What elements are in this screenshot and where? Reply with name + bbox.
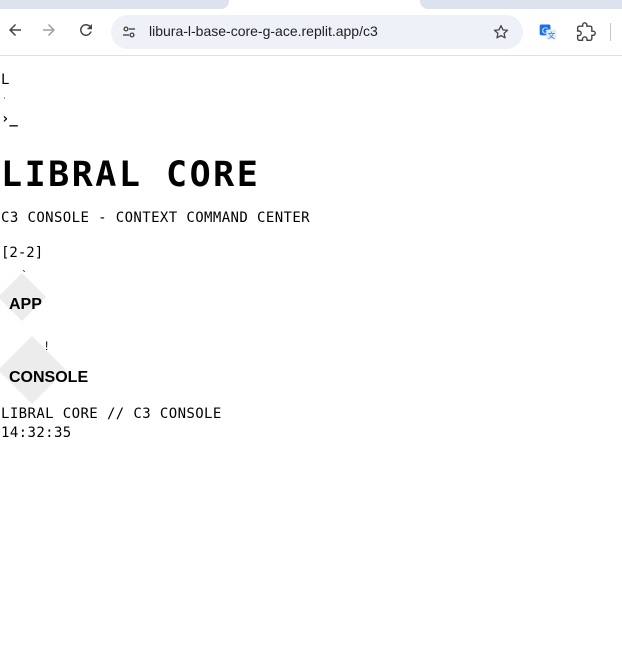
puzzle-icon[interactable] — [575, 21, 597, 43]
tune-icon[interactable] — [119, 22, 139, 42]
node-counter: [2-2] — [1, 245, 44, 261]
back-button[interactable] — [0, 17, 30, 47]
arrow-right-icon — [40, 21, 58, 43]
page-subtitle: C3 CONSOLE - CONTEXT COMMAND CENTER — [1, 210, 311, 226]
page-title: LIBRAL CORE — [1, 155, 261, 195]
url-text[interactable]: libura-l-base-core-g-ace.replit.app/c3 — [149, 23, 378, 39]
app-node-mark: ` — [22, 268, 26, 282]
app-node-label: APP — [9, 296, 42, 313]
footer-brand: LIBRAL CORE // C3 CONSOLE — [1, 406, 222, 422]
page-content: L ›_ LIBRAL CORE C3 CONSOLE - CONTEXT CO… — [0, 57, 622, 671]
app-node[interactable]: ` APP — [0, 265, 52, 335]
logo-dot — [4, 97, 5, 99]
footer-clock: 14:32:35 — [1, 425, 72, 441]
tab-other[interactable] — [420, 0, 622, 9]
terminal-prompt-icon: ›_ — [1, 111, 18, 127]
logo-letter: L — [1, 72, 10, 88]
star-icon[interactable] — [491, 22, 511, 42]
console-node-label: CONSOLE — [9, 369, 89, 386]
toolbar-divider — [610, 23, 611, 41]
reload-icon — [77, 21, 95, 43]
console-node[interactable]: ! CONSOLE — [0, 332, 100, 407]
translate-icon[interactable]: G文 — [537, 21, 559, 43]
tab-active[interactable] — [0, 0, 229, 9]
address-bar[interactable]: libura-l-base-core-g-ace.replit.app/c3 — [111, 15, 523, 49]
svg-text:文: 文 — [548, 30, 556, 40]
forward-button[interactable] — [34, 17, 64, 47]
console-node-mark: ! — [45, 339, 49, 353]
tab-strip — [0, 0, 622, 9]
reload-button[interactable] — [71, 17, 101, 47]
browser-toolbar: libura-l-base-core-g-ace.replit.app/c3 G… — [0, 9, 622, 56]
arrow-left-icon — [6, 21, 24, 43]
